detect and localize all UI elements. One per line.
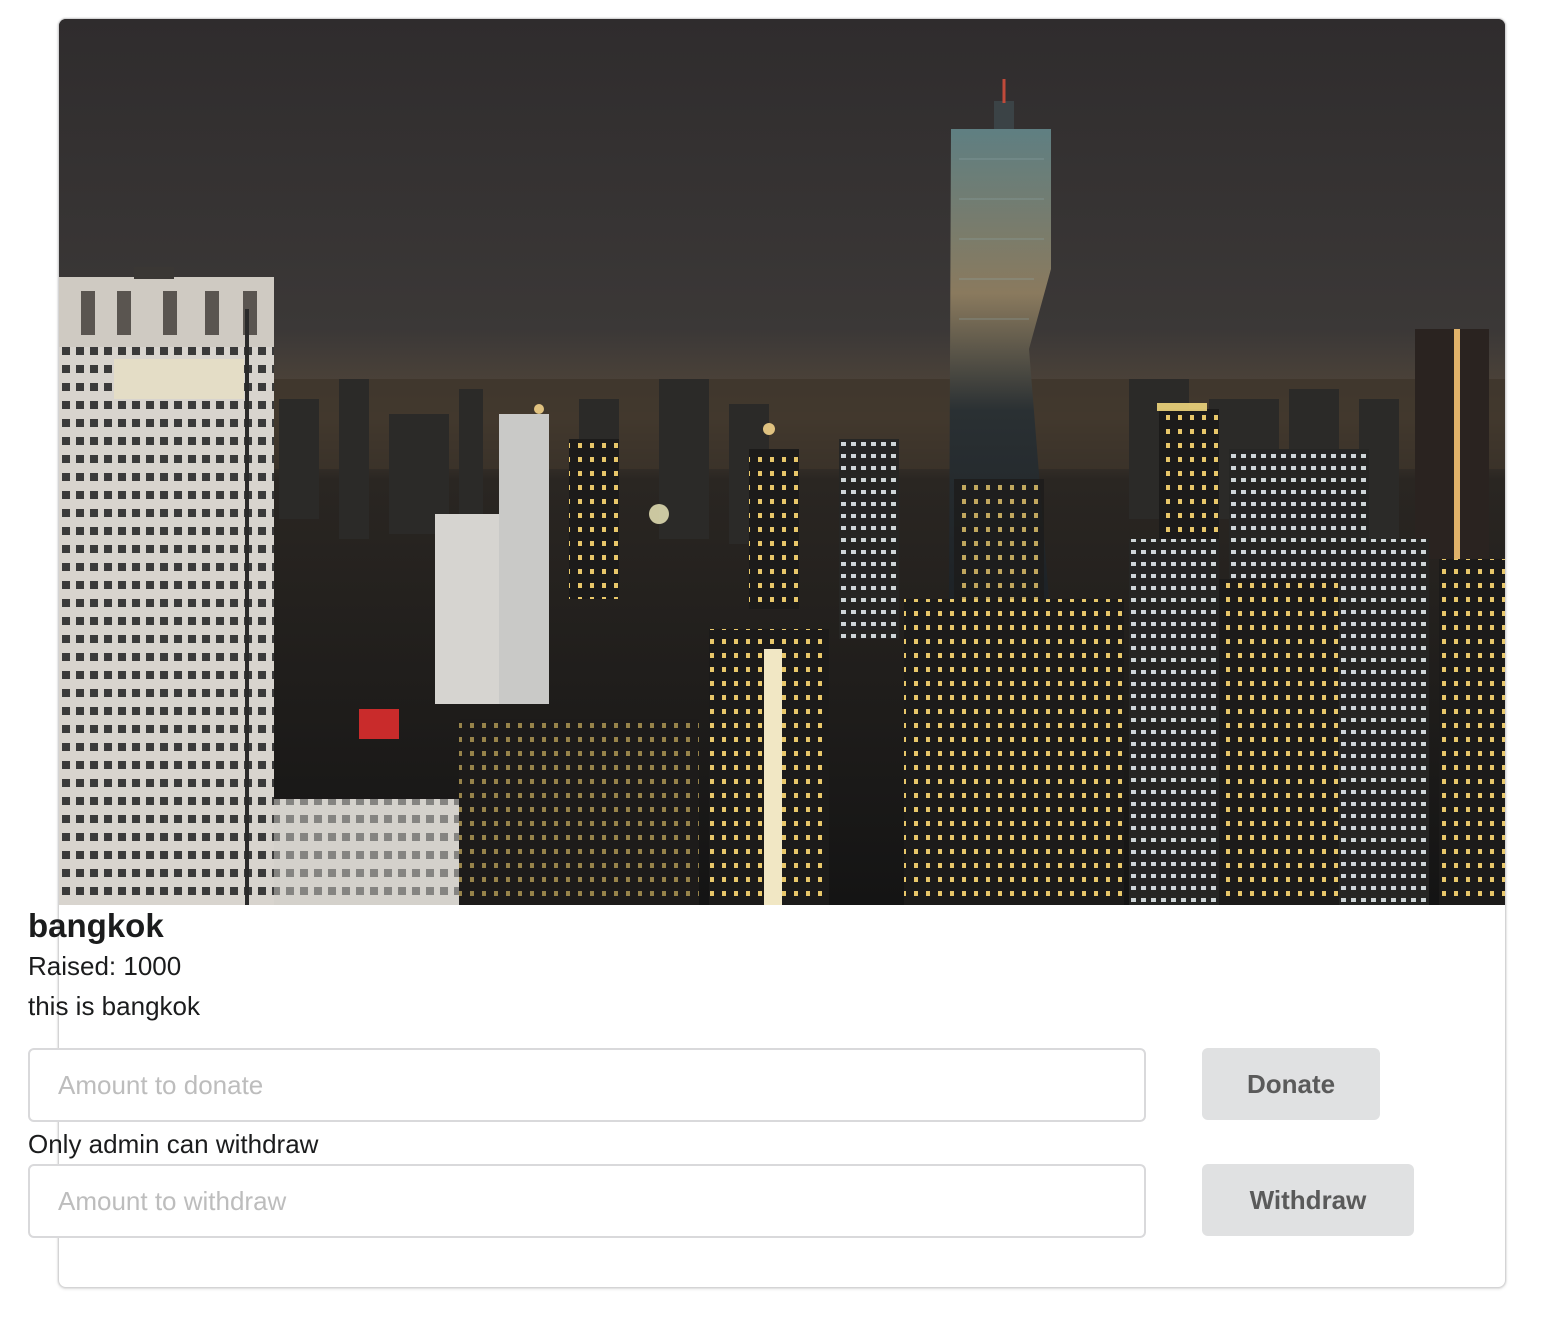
raised-amount: Raised: 1000 <box>28 951 182 981</box>
campaign-image <box>59 19 1505 905</box>
donate-amount-input[interactable] <box>28 1048 1146 1122</box>
withdraw-button[interactable]: Withdraw <box>1202 1164 1414 1236</box>
campaign-description: this is bangkok <box>28 991 200 1021</box>
donate-button[interactable]: Donate <box>1202 1048 1380 1120</box>
donate-row: Donate <box>28 1048 1448 1124</box>
withdraw-amount-input[interactable] <box>28 1164 1146 1238</box>
campaign-details: bangkok Raised: 1000 this is bangkok <box>28 906 1418 1026</box>
campaign-title: bangkok <box>28 907 164 944</box>
withdraw-row: Withdraw <box>28 1164 1448 1240</box>
withdraw-admin-note: Only admin can withdraw <box>28 1129 319 1159</box>
city-skyline-image <box>59 19 1505 905</box>
